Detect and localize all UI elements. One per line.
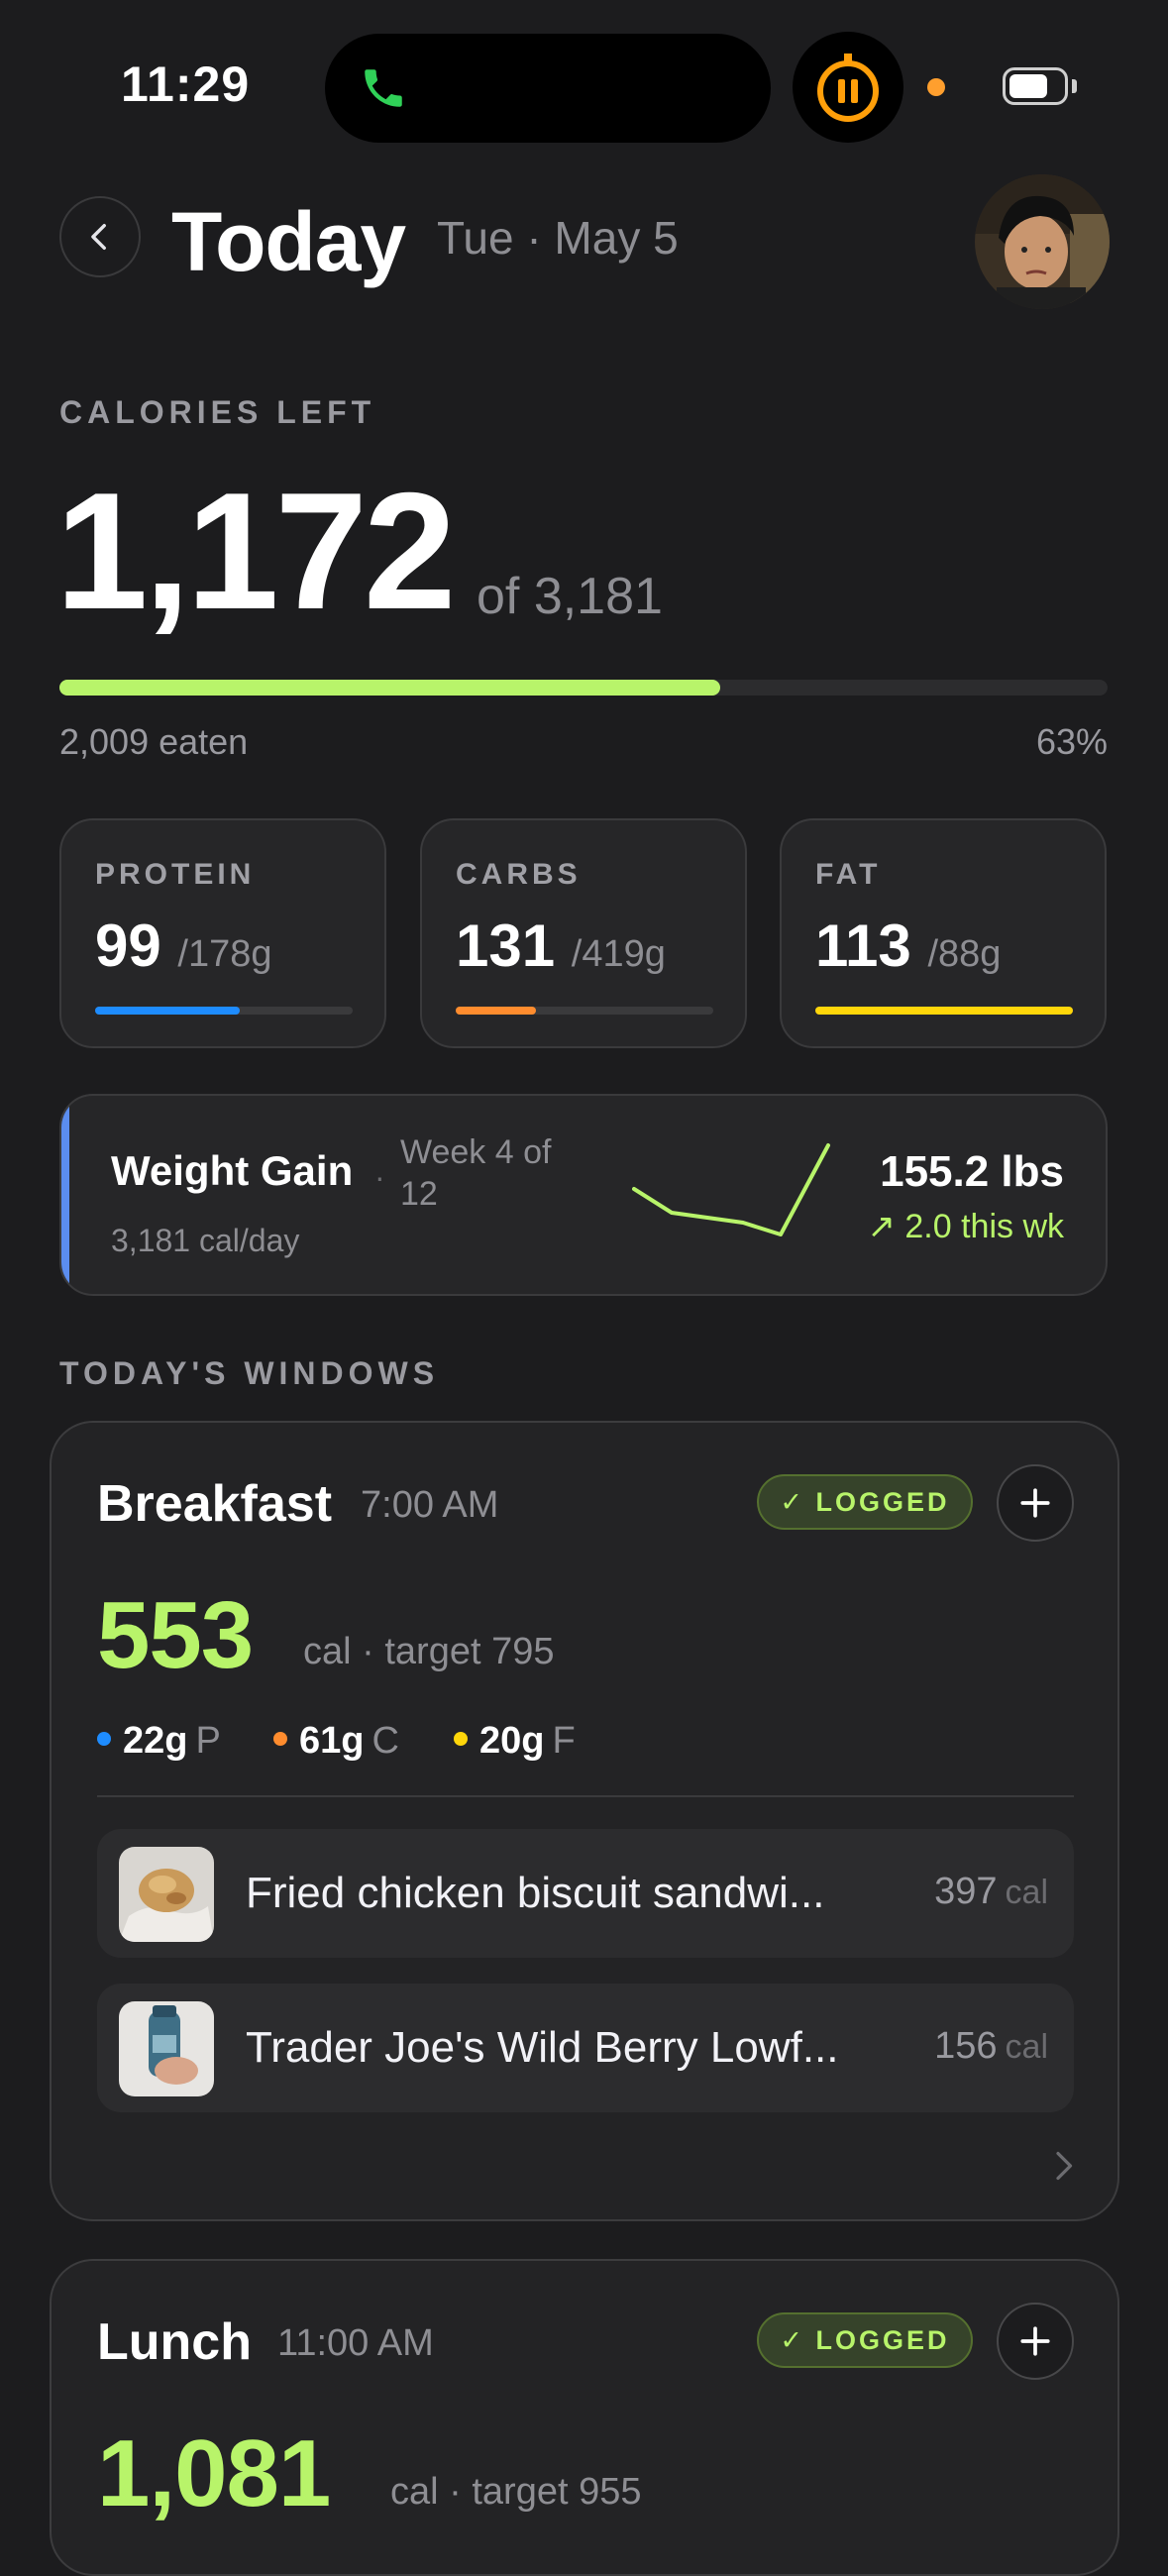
timer-pause-icon[interactable] xyxy=(793,32,903,143)
goal-accent-bar xyxy=(61,1096,69,1294)
back-chevron-icon xyxy=(91,223,106,251)
plus-icon xyxy=(1020,1488,1050,1518)
windows-label: TODAY'S WINDOWS xyxy=(59,1355,440,1391)
goal-title: Weight Gain xyxy=(111,1147,354,1194)
window-time: 7:00 AM xyxy=(361,1484,499,1526)
avatar[interactable] xyxy=(975,174,1110,309)
window-target: cal · target 955 xyxy=(390,2471,642,2513)
food-item[interactable]: Trader Joe's Wild Berry Lowf... 156 cal xyxy=(97,1984,1074,2112)
window-calories: 1,081 xyxy=(97,2420,331,2526)
food-thumbnail xyxy=(119,1847,214,1942)
macro-card-protein[interactable]: PROTEIN 99 /178g xyxy=(59,818,386,1048)
macro-value: 113 /88g xyxy=(815,912,1002,979)
add-food-button[interactable] xyxy=(997,1464,1074,1542)
macro-progress-fill xyxy=(815,1007,1073,1015)
calories-left-value: 1,172 xyxy=(55,458,456,644)
macro-value: 99 /178g xyxy=(95,912,272,979)
food-calories: 156 cal xyxy=(934,2025,1048,2067)
logged-badge: ✓ LOGGED xyxy=(757,1474,973,1530)
page-title: Today xyxy=(171,195,406,288)
carbs-dot xyxy=(273,1731,287,1746)
goal-weight: 155.2 lbs xyxy=(880,1147,1064,1196)
window-target: cal · target 795 xyxy=(303,1631,555,1672)
calories-percent: 63% xyxy=(1035,721,1108,762)
macro-progress-fill xyxy=(95,1007,240,1015)
add-food-button[interactable] xyxy=(997,2303,1074,2380)
calories-progress-fill xyxy=(59,680,720,696)
window-macro-protein: 22g P xyxy=(97,1720,221,1763)
macro-label: PROTEIN xyxy=(95,858,256,891)
goal-calories-per-day: 3,181 cal/day xyxy=(111,1223,300,1258)
phone-icon xyxy=(365,69,402,107)
food-name: Trader Joe's Wild Berry Lowf... xyxy=(246,2023,839,2072)
logged-badge: ✓ LOGGED xyxy=(757,2312,973,2368)
mic-indicator xyxy=(927,78,945,96)
window-time: 11:00 AM xyxy=(277,2322,434,2364)
protein-dot xyxy=(97,1731,111,1746)
back-button[interactable] xyxy=(59,196,141,277)
window-name: Breakfast xyxy=(97,1475,333,1533)
calories-left-label: CALORIES LEFT xyxy=(59,394,376,430)
status-time: 11:29 xyxy=(121,56,251,112)
chevron-right-icon[interactable] xyxy=(1048,2146,1078,2186)
goal-week: Week 4 of 12 xyxy=(400,1133,552,1213)
page-date: Tue · May 5 xyxy=(437,212,679,264)
dynamic-island[interactable] xyxy=(325,34,771,143)
battery-cap xyxy=(1072,79,1077,93)
window-macro-fat: 20g F xyxy=(454,1720,576,1763)
macro-label: FAT xyxy=(815,858,882,891)
food-calories: 397 cal xyxy=(934,1871,1048,1912)
food-thumbnail xyxy=(119,2001,214,2096)
calories-eaten: 2,009 eaten xyxy=(59,721,249,762)
macro-progress-fill xyxy=(456,1007,536,1015)
macro-card-fat[interactable]: FAT 113 /88g xyxy=(780,818,1107,1048)
fat-dot xyxy=(454,1731,468,1746)
battery-icon xyxy=(1003,67,1068,105)
macro-value: 131 /419g xyxy=(456,912,666,979)
divider xyxy=(97,1795,1074,1797)
separator-dot: · xyxy=(374,1159,385,1195)
window-macro-carbs: 61g C xyxy=(273,1720,399,1763)
window-calories: 553 xyxy=(97,1582,254,1688)
macro-progress-bar xyxy=(815,1007,1073,1015)
goal-card[interactable]: Weight Gain · Week 4 of 12 3,181 cal/day… xyxy=(59,1094,1108,1296)
food-name: Fried chicken biscuit sandwi... xyxy=(246,1869,825,1917)
food-item[interactable]: Fried chicken biscuit sandwi... 397 cal xyxy=(97,1829,1074,1958)
goal-weight-delta: ↗ 2.0 this wk xyxy=(867,1208,1064,1245)
macro-label: CARBS xyxy=(456,858,582,891)
calories-progress-bar xyxy=(59,680,1108,696)
plus-icon xyxy=(1020,2326,1050,2356)
window-card-lunch[interactable]: Lunch 11:00 AM ✓ LOGGED 1,081 cal · targ… xyxy=(50,2259,1119,2576)
window-name: Lunch xyxy=(97,2313,252,2371)
macro-progress-bar xyxy=(456,1007,713,1015)
macro-progress-bar xyxy=(95,1007,353,1015)
weight-sparkline xyxy=(632,1143,830,1236)
window-card-breakfast[interactable]: Breakfast 7:00 AM ✓ LOGGED 553 cal · tar… xyxy=(50,1421,1119,2221)
macro-card-carbs[interactable]: CARBS 131 /419g xyxy=(420,818,747,1048)
calories-total: of 3,181 xyxy=(477,568,663,625)
